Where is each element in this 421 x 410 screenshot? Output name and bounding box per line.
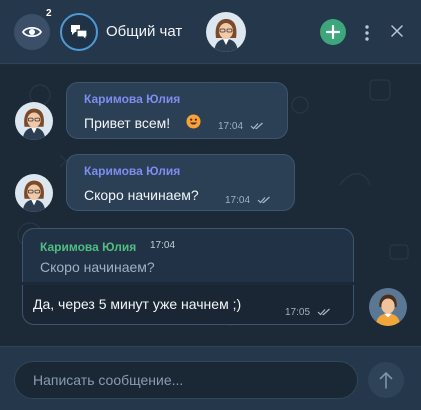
close-button[interactable]: [386, 20, 408, 42]
message-time: 17:05: [285, 307, 311, 318]
chat-header: 2 Общий чат: [0, 0, 421, 64]
user-avatar-icon: [15, 102, 53, 140]
message-sender: Каримова Юлия: [84, 164, 181, 178]
read-ticks-icon: [250, 122, 263, 130]
message-text: Скоро начинаем?: [84, 187, 199, 203]
chat-bubbles-icon: [71, 25, 88, 41]
user-avatar-icon: [206, 12, 246, 52]
message-text: Да, через 5 минут уже начнем ;): [33, 296, 242, 312]
message-bubble[interactable]: Каримова Юлия Привет всем! 17:04: [66, 82, 288, 139]
user-avatar-icon: [15, 174, 53, 212]
vertical-dots-icon: [365, 25, 369, 41]
send-button[interactable]: [368, 362, 404, 398]
avatar[interactable]: [206, 12, 246, 52]
read-ticks-icon: [257, 196, 270, 204]
chat-icon-button[interactable]: [60, 13, 98, 51]
quoted-sender: Каримова Юлия: [40, 240, 137, 254]
close-icon: [391, 25, 403, 37]
message-time: 17:04: [225, 195, 251, 206]
user-avatar-icon: [369, 288, 407, 326]
read-ticks-icon: [317, 308, 330, 316]
message-sender: Каримова Юлия: [84, 92, 181, 106]
avatar[interactable]: [15, 102, 53, 140]
chat-title: Общий чат: [106, 23, 183, 40]
viewers-count: 2: [46, 8, 52, 19]
more-menu-button[interactable]: [360, 20, 374, 46]
message-composer: [0, 346, 421, 410]
eye-icon: [22, 26, 42, 38]
quoted-time: 17:04: [150, 240, 176, 251]
message-input[interactable]: [14, 361, 358, 399]
message-text: Привет всем!: [84, 115, 171, 131]
avatar[interactable]: [15, 174, 53, 212]
quoted-text: Скоро начинаем?: [40, 259, 155, 275]
messages-area[interactable]: Каримова Юлия Привет всем! 17:04 Каримов…: [0, 65, 421, 345]
arrow-up-icon: [379, 372, 393, 389]
viewers-button[interactable]: [14, 14, 50, 50]
own-avatar[interactable]: [369, 288, 407, 326]
message-bubble[interactable]: Каримова Юлия Скоро начинаем? 17:04: [66, 154, 295, 211]
smile-emoji-icon: [186, 114, 201, 129]
message-time: 17:04: [218, 121, 244, 132]
add-button[interactable]: [320, 19, 346, 45]
reply-message-bubble[interactable]: Да, через 5 минут уже начнем ;) 17:05: [22, 285, 354, 325]
plus-icon: [326, 25, 340, 39]
